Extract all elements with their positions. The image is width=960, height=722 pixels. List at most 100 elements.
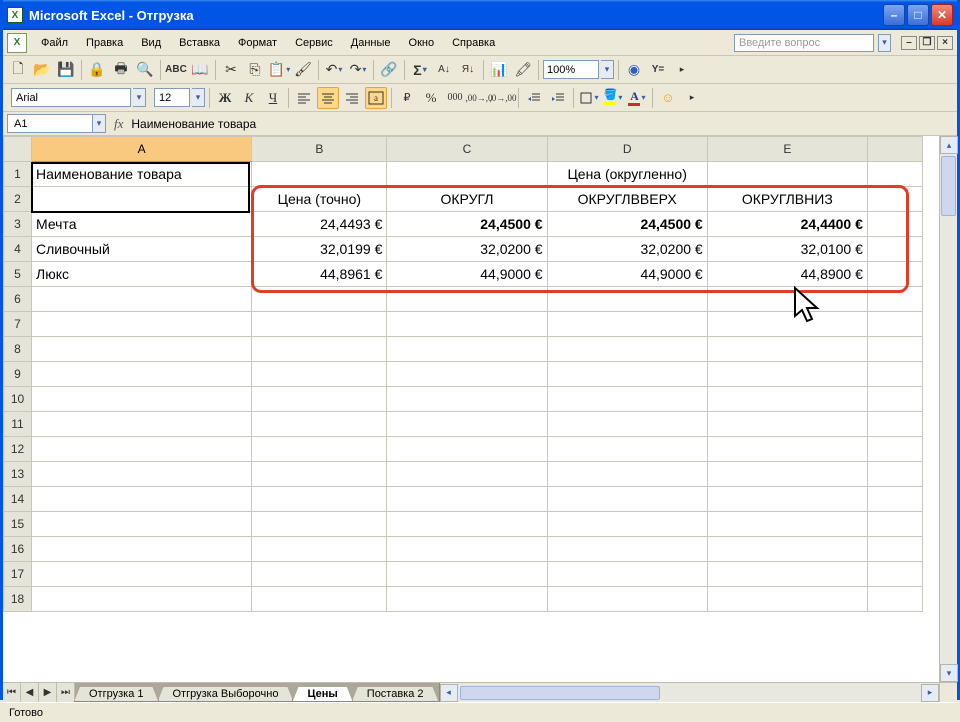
workbook-icon[interactable]: X: [7, 33, 27, 53]
scroll-up-button[interactable]: ▴: [940, 136, 958, 154]
col-header-B[interactable]: B: [252, 137, 387, 162]
scroll-right-button[interactable]: ▸: [921, 684, 939, 702]
cell-D3[interactable]: 24,4500 €: [547, 212, 707, 237]
borders-button[interactable]: [578, 87, 600, 109]
menu-window[interactable]: Окно: [401, 34, 443, 52]
cell-D1[interactable]: Цена (округленно): [547, 162, 707, 187]
row-header-8[interactable]: 8: [4, 337, 32, 362]
menu-view[interactable]: Вид: [133, 34, 169, 52]
formula-text[interactable]: Наименование товара: [131, 117, 256, 131]
row-header-9[interactable]: 9: [4, 362, 32, 387]
align-right-button[interactable]: [341, 87, 363, 109]
cell-C3[interactable]: 24,4500 €: [387, 212, 547, 237]
cell-F5[interactable]: [867, 262, 922, 287]
cell-D4[interactable]: 32,0200 €: [547, 237, 707, 262]
row-header-16[interactable]: 16: [4, 537, 32, 562]
row-header-11[interactable]: 11: [4, 412, 32, 437]
show-formulas-icon[interactable]: Y=: [647, 59, 669, 81]
format-painter-icon[interactable]: 🖌: [292, 59, 314, 81]
row-header-15[interactable]: 15: [4, 512, 32, 537]
fx-icon[interactable]: fx: [114, 116, 123, 132]
col-header-C[interactable]: C: [387, 137, 547, 162]
menu-file[interactable]: Файл: [33, 34, 76, 52]
chart-wizard-icon[interactable]: 📊: [488, 59, 510, 81]
toolbar-options-icon[interactable]: ▸: [671, 59, 693, 81]
ask-question-input[interactable]: [734, 34, 874, 52]
cell-C2[interactable]: ОКРУГЛ: [387, 187, 547, 212]
copy-icon[interactable]: ⎘: [244, 59, 266, 81]
font-dropdown[interactable]: ▾: [133, 88, 146, 107]
paste-icon[interactable]: 📋: [268, 59, 290, 81]
increase-indent-button[interactable]: [547, 87, 569, 109]
mdi-close-button[interactable]: ×: [937, 36, 953, 50]
sort-asc-icon[interactable]: A↓: [433, 59, 455, 81]
close-button[interactable]: ✕: [931, 4, 953, 26]
mdi-restore-button[interactable]: ❐: [919, 36, 935, 50]
cell-C1[interactable]: [387, 162, 547, 187]
cell-E1[interactable]: [707, 162, 867, 187]
row-header-17[interactable]: 17: [4, 562, 32, 587]
row-header-4[interactable]: 4: [4, 237, 32, 262]
align-center-button[interactable]: [317, 87, 339, 109]
menu-help[interactable]: Справка: [444, 34, 503, 52]
cell-B3[interactable]: 24,4493 €: [252, 212, 387, 237]
cut-icon[interactable]: ✂: [220, 59, 242, 81]
currency-button[interactable]: ₽: [396, 87, 418, 109]
font-size-selector[interactable]: 12: [154, 88, 190, 107]
italic-button[interactable]: К: [238, 87, 260, 109]
decrease-indent-button[interactable]: [523, 87, 545, 109]
cell-F1[interactable]: [867, 162, 922, 187]
permission-icon[interactable]: 🔒: [86, 59, 108, 81]
tab-next-button[interactable]: ▶: [39, 683, 57, 702]
cell-C5[interactable]: 44,9000 €: [387, 262, 547, 287]
merge-center-button[interactable]: a: [365, 87, 387, 109]
cell-B4[interactable]: 32,0199 €: [252, 237, 387, 262]
name-box-dropdown[interactable]: ▾: [93, 114, 106, 133]
cell-D5[interactable]: 44,9000 €: [547, 262, 707, 287]
row-header-5[interactable]: 5: [4, 262, 32, 287]
row-header-12[interactable]: 12: [4, 437, 32, 462]
cell-A2[interactable]: [32, 187, 252, 212]
col-header-E[interactable]: E: [707, 137, 867, 162]
hyperlink-icon[interactable]: 🔗: [378, 59, 400, 81]
scroll-down-button[interactable]: ▾: [940, 664, 958, 682]
save-icon[interactable]: 💾: [55, 59, 77, 81]
cell-B2[interactable]: Цена (точно): [252, 187, 387, 212]
col-header-D[interactable]: D: [547, 137, 707, 162]
fill-color-button[interactable]: 🪣: [602, 87, 624, 109]
underline-button[interactable]: Ч: [262, 87, 284, 109]
hscroll-thumb[interactable]: [460, 686, 660, 700]
tab-last-button[interactable]: ⏭: [57, 683, 75, 702]
spreadsheet-grid[interactable]: A B C D E 1 Наименование товара Цена (ок…: [3, 136, 923, 612]
mdi-minimize-button[interactable]: –: [901, 36, 917, 50]
cell-A1[interactable]: Наименование товара: [32, 162, 252, 187]
cell-E2[interactable]: ОКРУГЛВНИЗ: [707, 187, 867, 212]
sheet-tab-2[interactable]: Отгрузка Выборочно: [158, 687, 294, 702]
print-preview-icon[interactable]: 🔍: [134, 59, 156, 81]
new-icon[interactable]: 🗋: [7, 59, 29, 81]
font-color-button[interactable]: A: [626, 87, 648, 109]
font-selector[interactable]: Arial: [11, 88, 131, 107]
vscroll-thumb[interactable]: [941, 156, 956, 216]
spelling-icon[interactable]: ABC: [165, 59, 187, 81]
menu-format[interactable]: Формат: [230, 34, 285, 52]
emoji-icon[interactable]: ☺: [657, 87, 679, 109]
bold-button[interactable]: Ж: [214, 87, 236, 109]
align-left-button[interactable]: [293, 87, 315, 109]
sheet-tab-4[interactable]: Поставка 2: [352, 687, 439, 702]
row-header-6[interactable]: 6: [4, 287, 32, 312]
cell-F3[interactable]: [867, 212, 922, 237]
sheet-tab-1[interactable]: Отгрузка 1: [74, 687, 159, 702]
increase-decimal-button[interactable]: ,00→,0: [468, 87, 490, 109]
minimize-button[interactable]: –: [883, 4, 905, 26]
cell-A4[interactable]: Сливочный: [32, 237, 252, 262]
cell-F2[interactable]: [867, 187, 922, 212]
menu-edit[interactable]: Правка: [78, 34, 131, 52]
help-icon[interactable]: ◉: [623, 59, 645, 81]
percent-button[interactable]: %: [420, 87, 442, 109]
row-header-2[interactable]: 2: [4, 187, 32, 212]
menu-tools[interactable]: Сервис: [287, 34, 341, 52]
decrease-decimal-button[interactable]: ,0→,00: [492, 87, 514, 109]
row-header-7[interactable]: 7: [4, 312, 32, 337]
cell-E4[interactable]: 32,0100 €: [707, 237, 867, 262]
